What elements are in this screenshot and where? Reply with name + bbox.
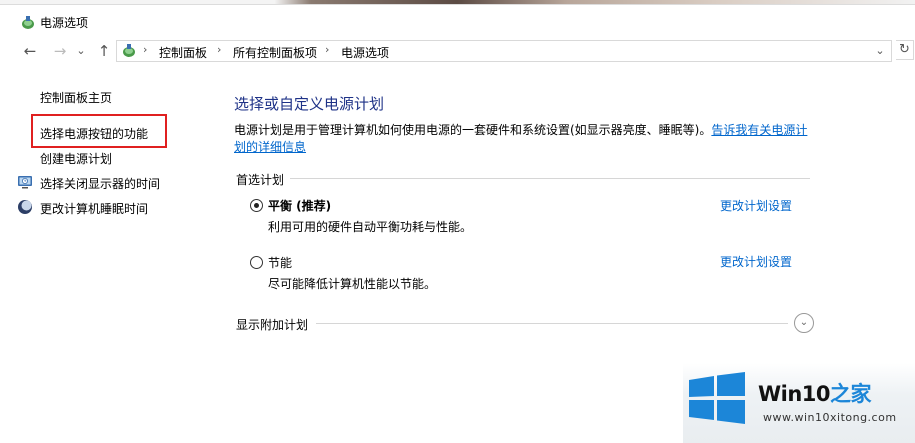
plan-balanced-radio[interactable] xyxy=(250,199,263,212)
breadcrumb-separator[interactable]: › xyxy=(217,43,221,56)
sidebar-item-create-power-plan[interactable]: 创建电源计划 xyxy=(40,150,112,167)
forward-arrow-icon[interactable]: → xyxy=(50,40,70,62)
page-title: 选择或自定义电源计划 xyxy=(234,95,385,113)
breadcrumb-all-items[interactable]: 所有控制面板项 xyxy=(233,44,317,61)
plan-power-saver-name[interactable]: 节能 xyxy=(268,254,292,271)
window-title: 电源选项 xyxy=(40,16,89,30)
watermark-brand: Win10之家 xyxy=(758,378,872,408)
watermark-brand-suffix: 之家 xyxy=(830,382,872,406)
title-bar: 电源选项 xyxy=(0,5,915,37)
plan-balanced-change-settings-link[interactable]: 更改计划设置 xyxy=(720,197,792,214)
highlight-annotation-box xyxy=(31,114,167,148)
sidebar-item-display-off-time[interactable]: 选择关闭显示器的时间 xyxy=(40,175,160,192)
windows-logo-icon xyxy=(689,372,745,424)
plan-power-saver-description: 尽可能降低计算机性能以节能。 xyxy=(268,277,437,291)
preferred-plans-label: 首选计划 xyxy=(236,173,285,187)
navigation-bar: ← → ⌄ ↑ › 控制面板 › 所有控制面板项 › 电源选项 ⌄ ↻ xyxy=(0,36,915,66)
section-divider xyxy=(290,178,810,179)
section-divider xyxy=(316,323,788,324)
power-options-icon xyxy=(22,16,34,29)
plan-power-saver-change-settings-link[interactable]: 更改计划设置 xyxy=(720,253,792,270)
sleep-moon-icon xyxy=(18,200,32,214)
breadcrumb-separator: › xyxy=(143,43,148,56)
refresh-icon[interactable]: ↻ xyxy=(896,40,914,60)
plan-balanced-name[interactable]: 平衡 (推荐) xyxy=(268,197,331,214)
breadcrumb-separator[interactable]: › xyxy=(325,43,329,56)
watermark-url: www.win10xitong.com xyxy=(763,411,897,424)
recent-locations-chevron-icon[interactable]: ⌄ xyxy=(74,40,88,62)
control-panel-icon xyxy=(123,44,135,57)
expand-chevron-icon[interactable]: ⌄ xyxy=(794,313,814,333)
watermark-brand-win10: Win10 xyxy=(758,382,831,406)
show-additional-plans-label[interactable]: 显示附加计划 xyxy=(236,316,308,333)
sidebar-item-sleep-time[interactable]: 更改计算机睡眠时间 xyxy=(40,200,148,217)
back-arrow-icon[interactable]: ← xyxy=(20,40,40,62)
plan-balanced-description: 利用可用的硬件自动平衡功耗与性能。 xyxy=(268,220,473,234)
address-bar[interactable]: › 控制面板 › 所有控制面板项 › 电源选项 ⌄ xyxy=(116,40,892,62)
up-arrow-icon[interactable]: ↑ xyxy=(94,40,114,62)
breadcrumb-power-options[interactable]: 电源选项 xyxy=(341,44,389,61)
plan-power-saver-radio[interactable] xyxy=(250,256,263,269)
sidebar-item-control-panel-home[interactable]: 控制面板主页 xyxy=(40,89,112,106)
breadcrumb-control-panel[interactable]: 控制面板 xyxy=(159,44,207,61)
page-description: 电源计划是用于管理计算机如何使用电源的一套硬件和系统设置(如显示器亮度、睡眠等)… xyxy=(234,122,814,156)
address-dropdown-chevron-icon[interactable]: ⌄ xyxy=(871,42,889,60)
description-text: 电源计划是用于管理计算机如何使用电源的一套硬件和系统设置(如显示器亮度、睡眠等)… xyxy=(234,123,712,137)
monitor-clock-icon xyxy=(18,176,32,189)
